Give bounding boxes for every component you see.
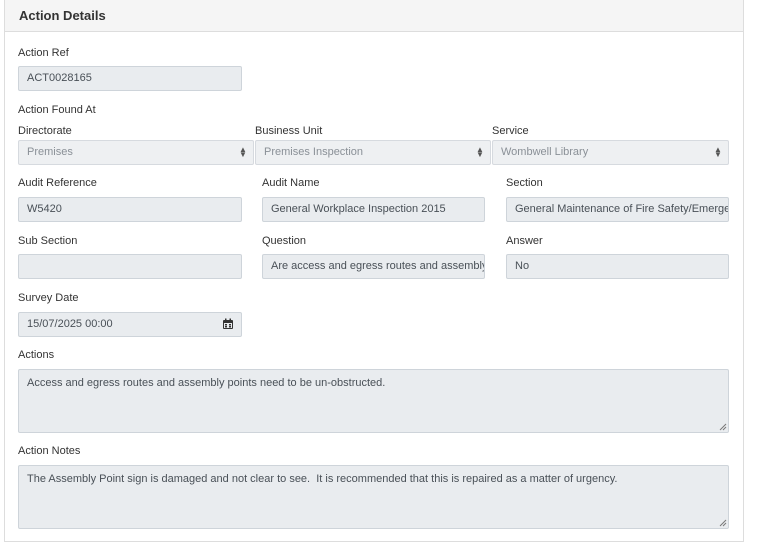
panel-heading: Action Details — [5, 0, 743, 32]
answer-field[interactable]: No — [506, 254, 729, 279]
service-value: Wombwell Library — [501, 146, 589, 158]
action-found-at-label: Action Found At — [18, 104, 96, 116]
panel-title: Action Details — [19, 8, 106, 23]
audit-reference-label: Audit Reference — [18, 177, 97, 189]
calendar-button[interactable] — [214, 312, 242, 337]
action-notes-label: Action Notes — [18, 445, 81, 457]
actions-textarea[interactable]: Access and egress routes and assembly po… — [18, 369, 729, 433]
resize-handle-icon[interactable] — [718, 422, 727, 431]
select-caret-icon: ▲ ▼ — [239, 145, 247, 159]
section-field[interactable]: General Maintenance of Fire Safety/Emerg… — [506, 197, 729, 222]
survey-date-label: Survey Date — [18, 292, 79, 304]
calendar-icon — [223, 318, 233, 329]
action-notes-textarea[interactable]: The Assembly Point sign is damaged and n… — [18, 465, 729, 529]
answer-label: Answer — [506, 235, 543, 247]
actions-text: Access and egress routes and assembly po… — [27, 377, 386, 389]
service-label: Service — [492, 125, 529, 137]
select-caret-icon: ▲ ▼ — [476, 145, 484, 159]
audit-name-label: Audit Name — [262, 177, 320, 189]
survey-date-field[interactable]: 15/07/2025 00:00 — [18, 312, 215, 337]
resize-handle-icon[interactable] — [718, 518, 727, 527]
sub-section-label: Sub Section — [18, 235, 78, 247]
question-field[interactable]: Are access and egress routes and assembl… — [262, 254, 485, 279]
audit-name-field[interactable]: General Workplace Inspection 2015 — [262, 197, 485, 222]
business-unit-select[interactable]: Premises Inspection ▲ ▼ — [255, 140, 491, 165]
actions-label: Actions — [18, 349, 55, 361]
business-unit-label: Business Unit — [255, 125, 323, 137]
section-label: Section — [506, 177, 543, 189]
question-label: Question — [262, 235, 307, 247]
directorate-value: Premises — [27, 146, 73, 158]
select-caret-icon: ▲ ▼ — [714, 145, 722, 159]
service-select[interactable]: Wombwell Library ▲ ▼ — [492, 140, 729, 165]
action-ref-label: Action Ref — [18, 47, 69, 59]
directorate-select[interactable]: Premises ▲ ▼ — [18, 140, 254, 165]
directorate-label: Directorate — [18, 125, 72, 137]
sub-section-field[interactable] — [18, 254, 242, 279]
business-unit-value: Premises Inspection — [264, 146, 364, 158]
audit-reference-field[interactable]: W5420 — [18, 197, 242, 222]
action-ref-field[interactable]: ACT0028165 — [18, 66, 242, 91]
action-notes-text: The Assembly Point sign is damaged and n… — [27, 473, 618, 485]
